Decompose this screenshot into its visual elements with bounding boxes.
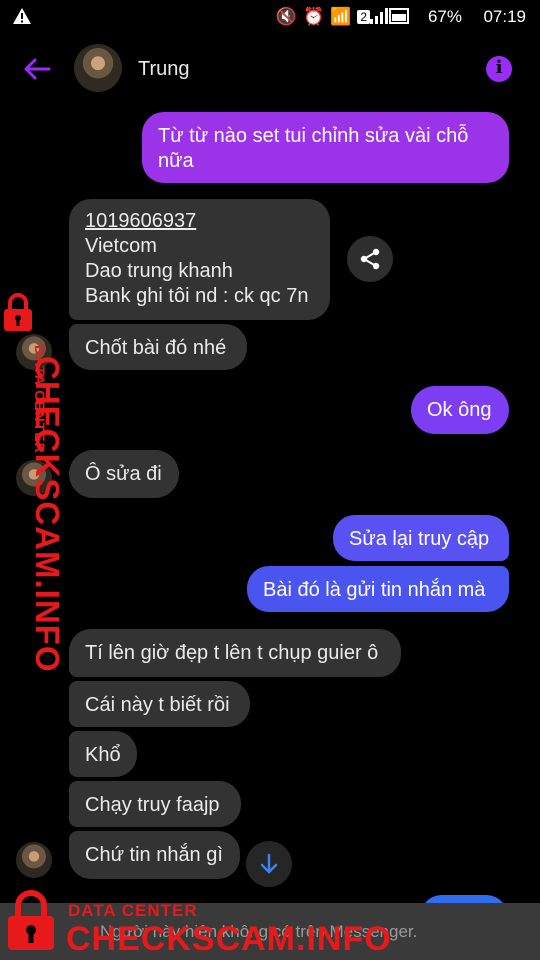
message-incoming[interactable]: Cái này t biết rồi: [69, 681, 250, 727]
warning-icon: [13, 8, 31, 24]
message-line: Bank ghi tôi nd : ck qc 7n: [85, 285, 309, 307]
alarm-icon: ⏰: [302, 7, 325, 26]
message-incoming[interactable]: Ô sửa đi: [69, 450, 179, 498]
message-incoming[interactable]: 1019606937 Vietcom Dao trung khanh Bank …: [69, 199, 330, 320]
lock-icon: [8, 890, 54, 950]
chat-header: Trung: [0, 34, 540, 104]
signal-icon: [370, 8, 388, 24]
status-bar: 🔇 ⏰ 📶 2 67% 07:19: [0, 0, 540, 34]
lock-icon: [4, 293, 32, 331]
message-incoming[interactable]: Chứ tin nhắn gì: [69, 831, 240, 879]
info-icon[interactable]: [486, 56, 512, 82]
wifi-icon: 📶: [330, 7, 352, 26]
watermark-label-main: CHECKSCAM.INFO: [66, 920, 392, 958]
message-outgoing[interactable]: Ok ông: [411, 386, 509, 434]
contact-name[interactable]: Trung: [138, 58, 190, 81]
watermark-label-main: CHECKSCAM.INFO: [29, 356, 66, 673]
message-line: Vietcom: [85, 235, 157, 257]
message-incoming[interactable]: Tí lên giờ đẹp t lên t chụp guier ô: [69, 629, 401, 677]
message-outgoing[interactable]: Sửa lại truy cập: [333, 515, 509, 561]
message-outgoing[interactable]: Từ từ nào set tui chỉnh sửa vài chỗ nữa: [142, 112, 509, 183]
message-incoming[interactable]: Khổ: [69, 731, 137, 777]
back-arrow-icon[interactable]: [22, 54, 52, 84]
contact-avatar[interactable]: [74, 44, 122, 92]
message-incoming[interactable]: Chạy truy faajp: [69, 781, 241, 827]
arrow-down-icon: [260, 853, 278, 874]
account-number-link[interactable]: 1019606937: [85, 209, 314, 234]
watermark-label-top: DATA CENTER: [68, 901, 198, 920]
scroll-to-bottom-button[interactable]: [246, 841, 292, 887]
battery-percent: 67%: [427, 7, 462, 26]
mute-icon: 🔇: [275, 7, 297, 26]
battery-icon: [389, 8, 409, 24]
share-button[interactable]: [347, 236, 393, 282]
sender-avatar[interactable]: [16, 842, 52, 878]
message-line: Dao trung khanh: [85, 260, 233, 282]
share-icon: [360, 248, 380, 270]
status-icons: 🔇 ⏰ 📶 2: [276, 7, 370, 27]
clock: 07:19: [483, 7, 526, 26]
watermark-side: DATA CENTER CHECKSCAM.INFO: [0, 292, 66, 673]
message-incoming[interactable]: Chốt bài đó nhé: [69, 324, 247, 370]
message-outgoing[interactable]: Bài đó là gửi tin nhắn mà: [247, 566, 509, 612]
